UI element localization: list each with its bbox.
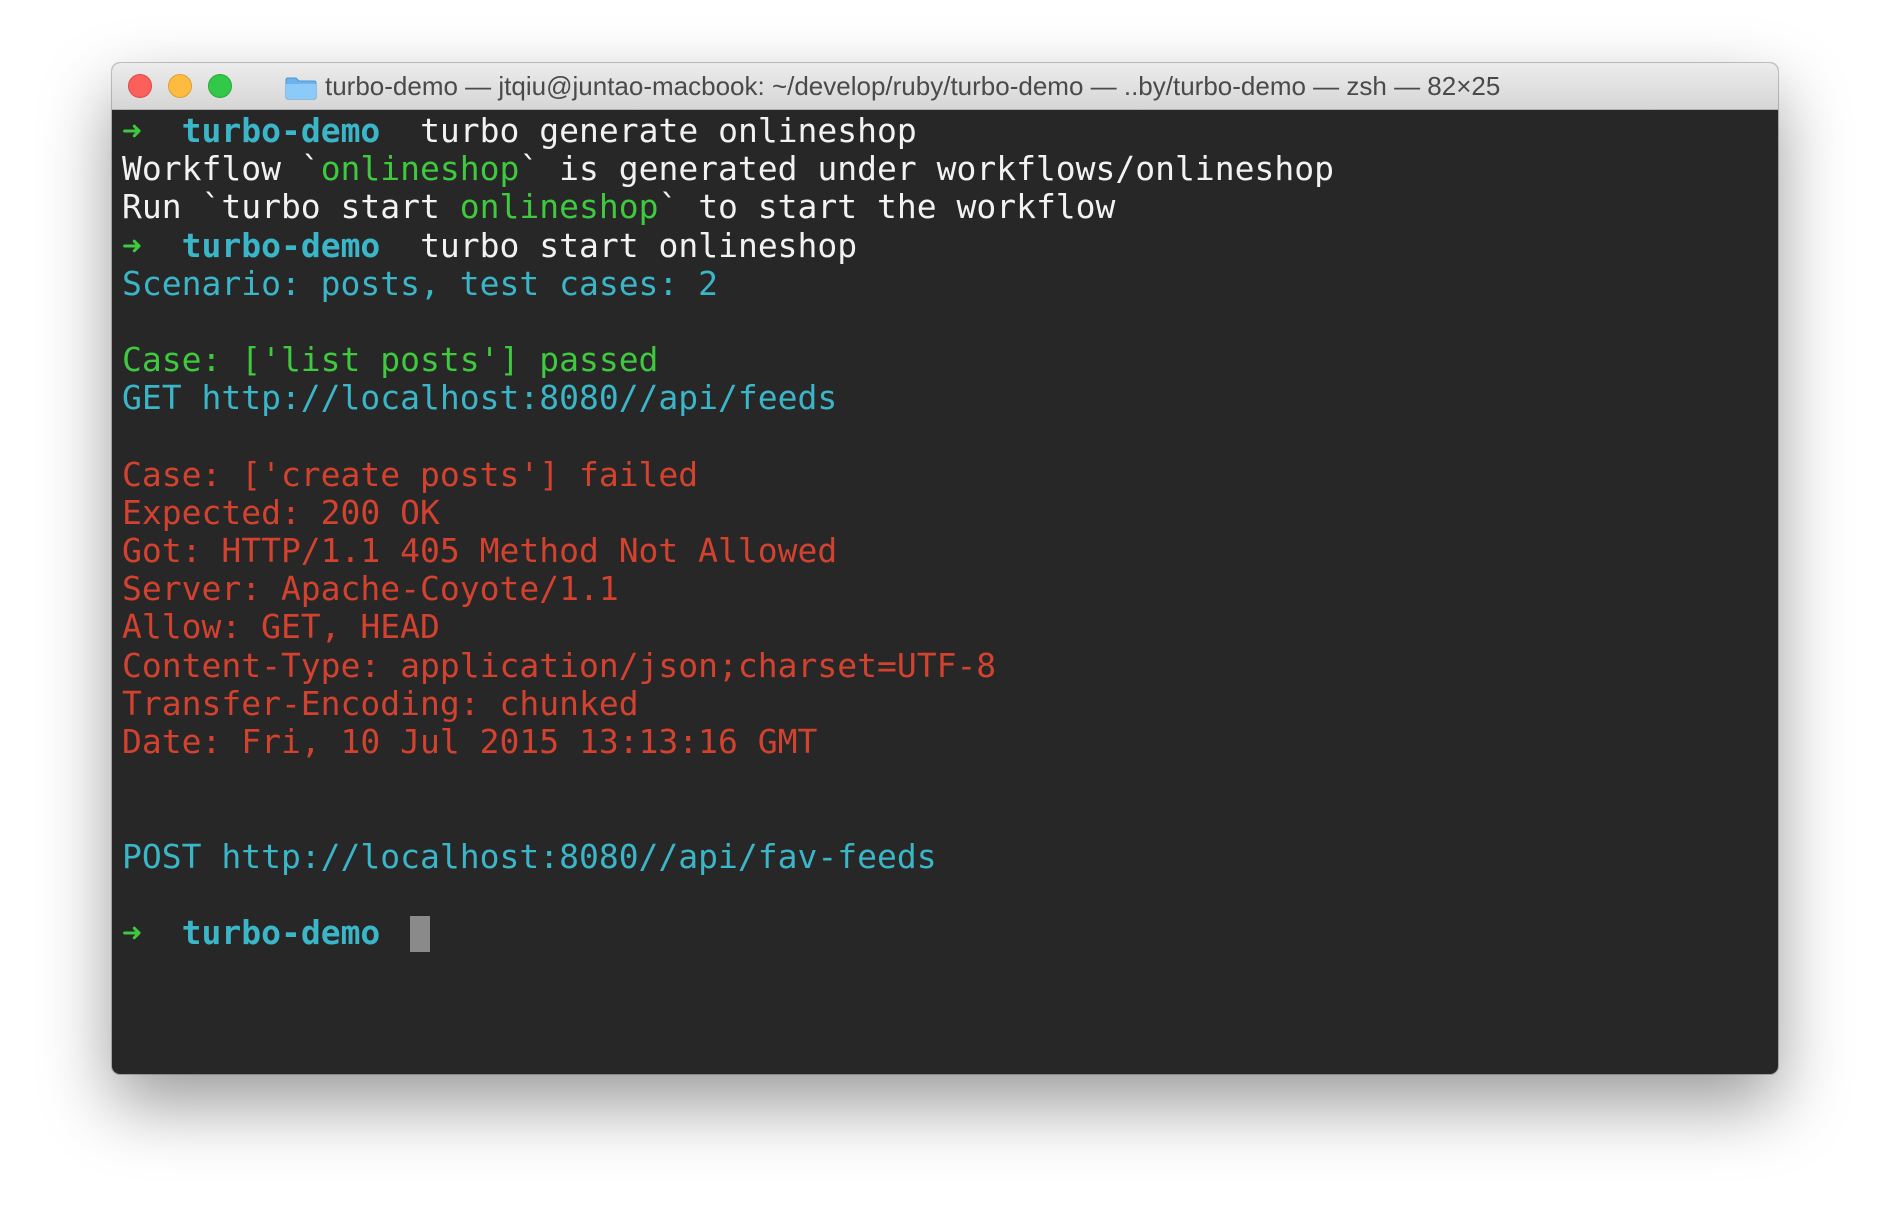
prompt-directory: turbo-demo [181, 912, 381, 952]
request-line: POST http://localhost:8080//api/fav-feed… [122, 836, 937, 876]
terminal-content[interactable]: ➜ turbo-demo turbo generate onlineshop W… [122, 109, 1768, 1074]
minimize-button[interactable] [168, 74, 192, 98]
command-text: turbo start onlineshop [420, 225, 858, 265]
error-detail-line: Got: HTTP/1.1 405 Method Not Allowed [122, 531, 838, 571]
request-line: GET http://localhost:8080//api/feeds [122, 378, 838, 418]
prompt-line: ➜ turbo-demo [122, 912, 1768, 953]
prompt-directory: turbo-demo [181, 225, 381, 265]
prompt-arrow-icon: ➜ [122, 111, 142, 150]
window-title: turbo-demo — jtqiu@juntao-macbook: ~/dev… [325, 71, 1501, 101]
workflow-name: onlineshop [459, 187, 659, 227]
error-detail-line: Expected: 200 OK [122, 492, 440, 532]
prompt-directory: turbo-demo [181, 111, 381, 150]
case-failed-line: Case: ['create posts'] failed [122, 454, 699, 494]
terminal-window: turbo-demo — jtqiu@juntao-macbook: ~/dev… [112, 63, 1778, 1074]
text-cursor [410, 916, 431, 953]
output-line: Workflow `onlineshop` is generated under… [122, 150, 1768, 188]
error-detail-line: Content-Type: application/json;charset=U… [122, 645, 997, 685]
scenario-line: Scenario: posts, test cases: 2 [122, 263, 719, 303]
workflow-name: onlineshop [320, 149, 520, 189]
folder-icon [285, 77, 317, 100]
error-detail-line: Date: Fri, 10 Jul 2015 13:13:16 GMT [122, 722, 818, 761]
zoom-button[interactable] [208, 74, 232, 98]
close-button[interactable] [128, 74, 152, 98]
output-text: Run `turbo start [122, 187, 460, 227]
case-passed-line: Case: ['list posts'] passed [122, 340, 659, 380]
output-text: Workflow ` [122, 149, 321, 189]
prompt-arrow-icon: ➜ [122, 225, 142, 265]
error-detail-line: Allow: GET, HEAD [122, 607, 440, 647]
prompt-arrow-icon: ➜ [122, 912, 142, 952]
error-detail-line: Transfer-Encoding: chunked [122, 683, 639, 723]
error-detail-line: Server: Apache-Coyote/1.1 [122, 569, 619, 609]
output-text: ` is generated under workflows/onlinesho… [519, 149, 1334, 189]
output-text: ` to start the workflow [658, 187, 1116, 227]
prompt-line: ➜ turbo-demo turbo generate onlineshop [122, 111, 1768, 150]
output-line: Run `turbo start onlineshop` to start th… [122, 188, 1768, 226]
title-bar[interactable]: turbo-demo — jtqiu@juntao-macbook: ~/dev… [112, 63, 1778, 110]
command-text: turbo generate onlineshop [420, 111, 917, 150]
prompt-line: ➜ turbo-demo turbo start onlineshop [122, 225, 1768, 265]
